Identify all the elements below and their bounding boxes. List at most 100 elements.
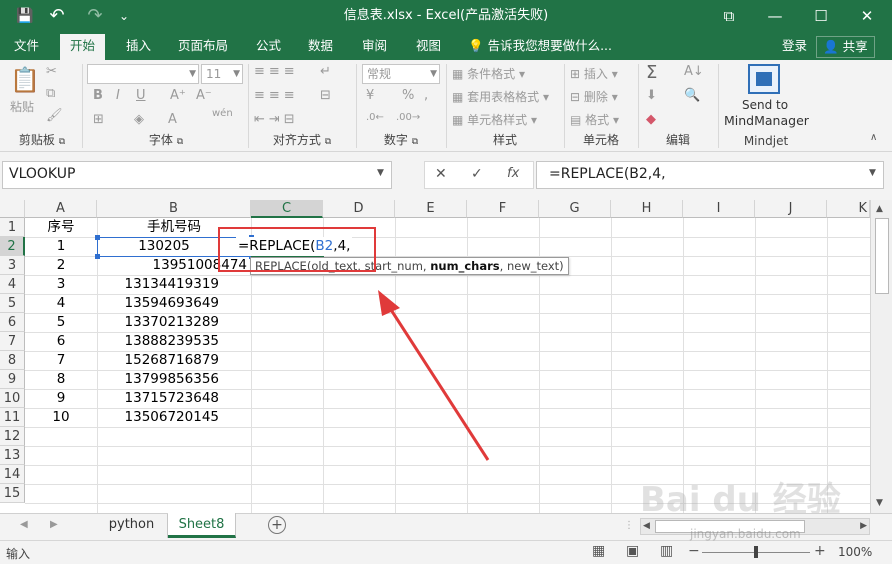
mindmanager-icon[interactable]	[748, 64, 780, 94]
tab-page-layout[interactable]: 页面布局	[176, 34, 230, 60]
column-header[interactable]: J	[755, 200, 827, 218]
comma-style-icon[interactable]: ,	[424, 88, 428, 103]
number-format-combo[interactable]: 常规 ▼	[362, 64, 440, 84]
wrap-text-icon[interactable]: ↵	[320, 64, 331, 79]
share-button[interactable]: 👤 共享	[816, 36, 875, 58]
column-header[interactable]: F	[467, 200, 539, 218]
scroll-left-icon[interactable]: ◀	[643, 519, 650, 534]
cell-B10[interactable]: 13715723648	[97, 389, 251, 408]
name-box[interactable]: VLOOKUP ▼	[2, 161, 392, 189]
column-header[interactable]: I	[683, 200, 755, 218]
page-break-view-icon[interactable]: ▥	[660, 543, 673, 559]
vertical-scrollbar[interactable]: ▲ ▼	[870, 200, 892, 513]
percent-button[interactable]: %	[402, 88, 414, 103]
delete-cells-button[interactable]: ⊟ 删除 ▾	[570, 88, 618, 105]
cell-A6[interactable]: 5	[25, 313, 97, 332]
cancel-icon[interactable]: ✕	[435, 166, 447, 182]
cell-A3[interactable]: 2	[25, 256, 97, 275]
font-grow-icon[interactable]: A⁺	[170, 88, 186, 103]
chevron-down-icon[interactable]: ▼	[377, 168, 384, 178]
cell-styles-button[interactable]: ▦ 单元格样式 ▾	[452, 111, 537, 128]
cell-B6[interactable]: 13370213289	[97, 313, 251, 332]
fill-icon[interactable]: ⬇	[646, 88, 657, 103]
cell-B7[interactable]: 13888239535	[97, 332, 251, 351]
tab-insert[interactable]: 插入	[124, 34, 153, 60]
merge-center-icon[interactable]: ⊟	[320, 88, 331, 103]
top-align-icon[interactable]: ≡≡≡	[254, 64, 299, 79]
scroll-down-icon[interactable]: ▼	[876, 498, 883, 508]
cell-A7[interactable]: 6	[25, 332, 97, 351]
currency-icon[interactable]: ¥	[366, 88, 374, 103]
tab-formulas[interactable]: 公式	[254, 34, 283, 60]
font-size-combo[interactable]: 11 ▼	[201, 64, 243, 84]
sort-filter-icon[interactable]: A↓	[684, 64, 704, 79]
row-header[interactable]: 1	[0, 218, 25, 237]
insert-function-icon[interactable]: fx	[507, 166, 519, 181]
row-header[interactable]: 6	[0, 313, 25, 332]
prev-sheet-icon[interactable]: ◀	[20, 519, 28, 530]
maximize-button[interactable]: ☐	[798, 0, 844, 34]
cell-A8[interactable]: 7	[25, 351, 97, 370]
column-header[interactable]: K	[827, 200, 870, 218]
font-name-combo[interactable]: ▼	[87, 64, 199, 84]
format-cells-button[interactable]: ▤ 格式 ▾	[570, 111, 619, 128]
cell-A2[interactable]: 1	[25, 237, 97, 256]
left-align-icon[interactable]: ≡≡≡	[254, 88, 299, 103]
border-icon[interactable]: ⊞	[93, 112, 104, 127]
cell-B5[interactable]: 13594693649	[97, 294, 251, 313]
scroll-right-icon[interactable]: ▶	[860, 519, 867, 534]
tab-file[interactable]: 文件	[12, 34, 41, 60]
zoom-level[interactable]: 100%	[838, 545, 872, 559]
add-sheet-icon[interactable]: +	[268, 516, 286, 534]
tell-me-box[interactable]: 💡 告诉我您想要做什么...	[466, 34, 614, 60]
phonetic-label[interactable]: wén	[212, 108, 233, 119]
undo-icon[interactable]: ↶	[46, 0, 68, 34]
increase-decimal-icon[interactable]: .0←	[366, 112, 384, 123]
fill-color-icon[interactable]: ◈	[134, 112, 144, 127]
row-header[interactable]: 10	[0, 389, 25, 408]
row-header[interactable]: 9	[0, 370, 25, 389]
customize-toolbar-icon[interactable]: ⌄	[116, 0, 132, 34]
cell-A1[interactable]: 序号	[25, 218, 97, 237]
decrease-decimal-icon[interactable]: .00→	[396, 112, 420, 123]
formula-input[interactable]: =REPLACE(B2,4, ▼	[536, 161, 884, 189]
scroll-up-icon[interactable]: ▲	[876, 204, 883, 214]
minimize-button[interactable]: —	[752, 0, 798, 34]
enter-icon[interactable]: ✓	[471, 166, 483, 182]
save-icon[interactable]: 💾	[14, 0, 36, 34]
column-header[interactable]: C	[251, 200, 323, 218]
collapse-ribbon-icon[interactable]: ∧	[870, 132, 877, 143]
column-header[interactable]: B	[97, 200, 251, 218]
sheet-tab-python[interactable]: python	[96, 514, 168, 538]
underline-button[interactable]: U	[136, 88, 146, 103]
cell-A11[interactable]: 10	[25, 408, 97, 427]
autosum-icon[interactable]: Σ	[646, 62, 657, 83]
row-header[interactable]: 2	[0, 237, 25, 256]
format-as-table-button[interactable]: ▦ 套用表格格式 ▾	[452, 88, 549, 105]
indent-icon[interactable]: ⇤⇥⊟	[254, 112, 299, 127]
cell-A10[interactable]: 9	[25, 389, 97, 408]
row-header[interactable]: 11	[0, 408, 25, 427]
column-header[interactable]: D	[323, 200, 395, 218]
row-header[interactable]: 15	[0, 484, 25, 503]
copy-icon[interactable]: ⧉	[46, 86, 55, 101]
insert-cells-button[interactable]: ⊞ 插入 ▾	[570, 65, 618, 82]
page-layout-view-icon[interactable]: ▣	[626, 543, 639, 559]
worksheet-grid[interactable]: A B C D E F G H I J K 1 2 3 4 5 6 7 8 9 …	[0, 200, 892, 520]
send-to-label[interactable]: Send to	[742, 98, 788, 112]
zoom-slider-thumb[interactable]	[754, 546, 758, 558]
bold-button[interactable]: B	[93, 88, 103, 103]
cell-B4[interactable]: 13134419319	[97, 275, 251, 294]
scrollbar-thumb[interactable]	[875, 218, 889, 294]
column-header[interactable]: H	[611, 200, 683, 218]
normal-view-icon[interactable]: ▦	[592, 543, 605, 559]
tab-data[interactable]: 数据	[306, 34, 335, 60]
cut-icon[interactable]: ✂	[46, 64, 57, 79]
row-header[interactable]: 4	[0, 275, 25, 294]
column-header[interactable]: A	[25, 200, 97, 218]
zoom-out-icon[interactable]: −	[688, 543, 700, 559]
close-button[interactable]: ✕	[844, 0, 890, 34]
cell-B8[interactable]: 15268716879	[97, 351, 251, 370]
italic-button[interactable]: I	[116, 88, 120, 103]
font-shrink-icon[interactable]: A⁻	[196, 88, 212, 103]
